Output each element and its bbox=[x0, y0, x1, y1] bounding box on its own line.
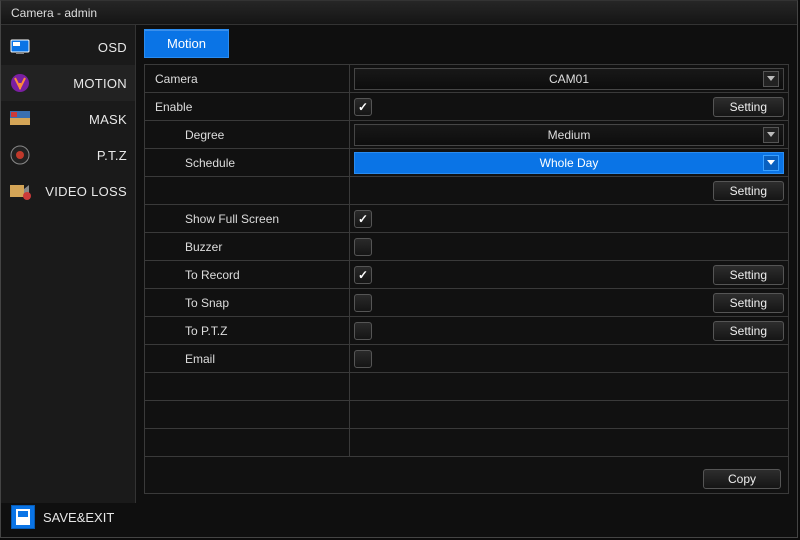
sidebar-item-video-loss[interactable]: VIDEO LOSS bbox=[1, 173, 135, 209]
row-degree: Degree Medium bbox=[145, 121, 788, 149]
motion-icon bbox=[9, 72, 31, 94]
row-to-snap: To Snap Setting bbox=[145, 289, 788, 317]
row-schedule: Schedule Whole Day bbox=[145, 149, 788, 177]
enable-setting-button[interactable]: Setting bbox=[713, 97, 784, 117]
value-to-snap: Setting bbox=[350, 289, 788, 316]
value-degree: Medium bbox=[350, 121, 788, 148]
camera-dropdown[interactable]: CAM01 bbox=[354, 68, 784, 90]
to-ptz-setting-button[interactable]: Setting bbox=[713, 321, 784, 341]
row-to-record: To Record Setting bbox=[145, 261, 788, 289]
buzzer-checkbox[interactable] bbox=[354, 238, 372, 256]
sidebar-item-label: OSD bbox=[39, 40, 127, 55]
row-empty bbox=[145, 429, 788, 457]
row-buzzer: Buzzer bbox=[145, 233, 788, 261]
label-enable: Enable bbox=[145, 93, 350, 120]
label-to-ptz: To P.T.Z bbox=[145, 317, 350, 344]
value-schedule-setting: Setting bbox=[350, 177, 788, 204]
row-enable: Enable Setting bbox=[145, 93, 788, 121]
sidebar-item-motion[interactable]: MOTION bbox=[1, 65, 135, 101]
video-loss-icon bbox=[9, 180, 31, 202]
label-email: Email bbox=[145, 345, 350, 372]
to-ptz-checkbox[interactable] bbox=[354, 322, 372, 340]
to-record-checkbox[interactable] bbox=[354, 266, 372, 284]
row-empty bbox=[145, 401, 788, 429]
label-schedule: Schedule bbox=[145, 149, 350, 176]
save-icon[interactable] bbox=[11, 505, 35, 529]
show-full-screen-checkbox[interactable] bbox=[354, 210, 372, 228]
chevron-down-icon bbox=[763, 155, 779, 171]
label-buzzer: Buzzer bbox=[145, 233, 350, 260]
row-schedule-setting: Setting bbox=[145, 177, 788, 205]
to-snap-setting-button[interactable]: Setting bbox=[713, 293, 784, 313]
sidebar-item-osd[interactable]: OSD bbox=[1, 29, 135, 65]
value-buzzer bbox=[350, 233, 788, 260]
label-show-full-screen: Show Full Screen bbox=[145, 205, 350, 232]
tab-motion[interactable]: Motion bbox=[144, 29, 229, 58]
copy-button-area: Copy bbox=[703, 469, 781, 489]
ptz-icon bbox=[9, 144, 31, 166]
degree-dropdown[interactable]: Medium bbox=[354, 124, 784, 146]
row-email: Email bbox=[145, 345, 788, 373]
sidebar-item-label: P.T.Z bbox=[39, 148, 127, 163]
sidebar-item-mask[interactable]: MASK bbox=[1, 101, 135, 137]
camera-dropdown-value: CAM01 bbox=[549, 72, 589, 86]
value-schedule: Whole Day bbox=[350, 149, 788, 176]
footer: SAVE&EXIT bbox=[1, 503, 797, 537]
chevron-down-icon bbox=[763, 71, 779, 87]
sidebar: OSD MOTION MASK P.T.Z VIDEO LOSS bbox=[1, 25, 136, 503]
label-empty bbox=[145, 177, 350, 204]
value-show-full-screen bbox=[350, 205, 788, 232]
body: OSD MOTION MASK P.T.Z VIDEO LOSS Motion bbox=[1, 25, 797, 503]
row-empty bbox=[145, 373, 788, 401]
to-record-setting-button[interactable]: Setting bbox=[713, 265, 784, 285]
schedule-setting-button[interactable]: Setting bbox=[713, 181, 784, 201]
label-camera: Camera bbox=[145, 65, 350, 92]
value-email bbox=[350, 345, 788, 372]
row-empty bbox=[145, 457, 788, 485]
email-checkbox[interactable] bbox=[354, 350, 372, 368]
value-enable: Setting bbox=[350, 93, 788, 120]
sidebar-item-label: MASK bbox=[39, 112, 127, 127]
save-exit-button[interactable]: SAVE&EXIT bbox=[43, 510, 114, 525]
label-degree: Degree bbox=[145, 121, 350, 148]
value-camera: CAM01 bbox=[350, 65, 788, 92]
mask-icon bbox=[9, 108, 31, 130]
sidebar-item-label: MOTION bbox=[39, 76, 127, 91]
tabs: Motion bbox=[136, 25, 797, 58]
row-to-ptz: To P.T.Z Setting bbox=[145, 317, 788, 345]
value-to-record: Setting bbox=[350, 261, 788, 288]
osd-icon bbox=[9, 36, 31, 58]
schedule-dropdown[interactable]: Whole Day bbox=[354, 152, 784, 174]
titlebar: Camera - admin bbox=[1, 1, 797, 25]
to-snap-checkbox[interactable] bbox=[354, 294, 372, 312]
enable-checkbox[interactable] bbox=[354, 98, 372, 116]
sidebar-item-label: VIDEO LOSS bbox=[39, 184, 127, 199]
label-to-snap: To Snap bbox=[145, 289, 350, 316]
window: Camera - admin OSD MOTION MASK P.T.Z VID… bbox=[0, 0, 798, 538]
window-title: Camera - admin bbox=[11, 6, 97, 20]
sidebar-item-ptz[interactable]: P.T.Z bbox=[1, 137, 135, 173]
copy-button[interactable]: Copy bbox=[703, 469, 781, 489]
label-to-record: To Record bbox=[145, 261, 350, 288]
row-camera: Camera CAM01 bbox=[145, 65, 788, 93]
main: Motion Camera CAM01 Enable bbox=[136, 25, 797, 503]
schedule-dropdown-value: Whole Day bbox=[540, 156, 599, 170]
degree-dropdown-value: Medium bbox=[548, 128, 591, 142]
chevron-down-icon bbox=[763, 127, 779, 143]
value-to-ptz: Setting bbox=[350, 317, 788, 344]
settings-panel: Camera CAM01 Enable Setting bbox=[144, 64, 789, 494]
row-show-full-screen: Show Full Screen bbox=[145, 205, 788, 233]
